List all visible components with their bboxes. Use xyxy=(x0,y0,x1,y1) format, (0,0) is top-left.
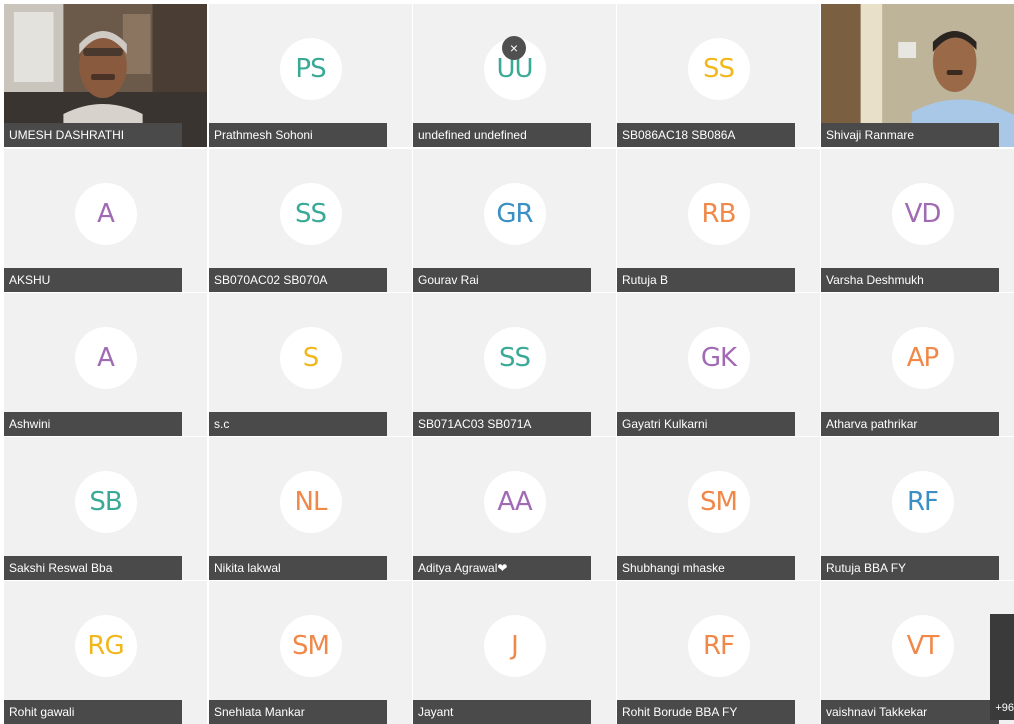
participant-tile[interactable]: SS SB070AC02 SB070A xyxy=(209,149,412,292)
participant-tile[interactable]: RF Rohit Borude BBA FY xyxy=(617,581,820,724)
participant-name: Ashwini xyxy=(4,412,182,436)
participant-avatar: PS xyxy=(279,38,342,100)
participant-name: SB086AC18 SB086A xyxy=(617,123,795,147)
participant-avatar: SM xyxy=(279,615,342,677)
participant-tile[interactable]: RB Rutuja B xyxy=(617,149,820,292)
participant-name: Aditya Agrawal❤ xyxy=(413,556,591,580)
participant-tile[interactable]: RF Rutuja BBA FY xyxy=(821,437,1014,580)
participant-tile[interactable]: GR Gourav Rai xyxy=(413,149,616,292)
participant-name: Sakshi Reswal Bba xyxy=(4,556,182,580)
participant-avatar: SM xyxy=(687,471,750,533)
participant-tile[interactable]: VT vaishnavi Takkekar xyxy=(821,581,1014,724)
more-participants-button[interactable]: +96 xyxy=(990,614,1014,720)
close-icon[interactable]: × xyxy=(502,36,526,60)
participant-name: Jayant xyxy=(413,700,591,724)
participant-tile[interactable]: AP Atharva pathrikar xyxy=(821,293,1014,436)
participant-tile[interactable]: A AKSHU xyxy=(4,149,207,292)
participant-avatar: GR xyxy=(483,183,546,245)
participant-name: Rohit gawali xyxy=(4,700,182,724)
participant-avatar: AP xyxy=(891,327,954,389)
participant-avatar: VT xyxy=(891,615,954,677)
participant-tile[interactable]: UU undefined undefined xyxy=(413,4,616,147)
participant-avatar: SS xyxy=(483,327,546,389)
participant-avatar: SS xyxy=(279,183,342,245)
participant-tile[interactable]: RG Rohit gawali xyxy=(4,581,207,724)
participant-avatar: S xyxy=(279,327,342,389)
participant-avatar: RF xyxy=(687,615,750,677)
participant-avatar: J xyxy=(483,615,546,677)
participant-name: undefined undefined xyxy=(413,123,591,147)
participant-tile[interactable]: PS Prathmesh Sohoni xyxy=(209,4,412,147)
participant-name: AKSHU xyxy=(4,268,182,292)
participant-tile[interactable]: SS SB071AC03 SB071A xyxy=(413,293,616,436)
participant-tile[interactable]: SM Snehlata Mankar xyxy=(209,581,412,724)
participant-name: Varsha Deshmukh xyxy=(821,268,999,292)
participant-name: Shivaji Ranmare xyxy=(821,123,999,147)
participant-avatar: SB xyxy=(74,471,137,533)
participant-name: Gayatri Kulkarni xyxy=(617,412,795,436)
participant-name: UMESH DASHRATHI xyxy=(4,123,182,147)
participant-tile[interactable]: Ss.c xyxy=(209,293,412,436)
participant-avatar: A xyxy=(74,327,137,389)
participant-tile[interactable]: GK Gayatri Kulkarni xyxy=(617,293,820,436)
participant-name: SB070AC02 SB070A xyxy=(209,268,387,292)
participant-name: Rutuja BBA FY xyxy=(821,556,999,580)
participant-avatar: RG xyxy=(74,615,137,677)
participant-avatar: VD xyxy=(891,183,954,245)
participant-name: Gourav Rai xyxy=(413,268,591,292)
participant-avatar: NL xyxy=(279,471,342,533)
participant-tile[interactable]: A Ashwini xyxy=(4,293,207,436)
participant-tile[interactable]: AA Aditya Agrawal❤ xyxy=(413,437,616,580)
participant-name: vaishnavi Takkekar xyxy=(821,700,999,724)
participant-avatar: SS xyxy=(687,38,750,100)
participant-tile[interactable]: Shivaji Ranmare xyxy=(821,4,1014,147)
participant-avatar: AA xyxy=(483,471,546,533)
participant-name: SB071AC03 SB071A xyxy=(413,412,591,436)
participant-tile[interactable]: SB Sakshi Reswal Bba xyxy=(4,437,207,580)
participant-name: Shubhangi mhaske xyxy=(617,556,795,580)
participant-name: Rutuja B xyxy=(617,268,795,292)
participant-name: Prathmesh Sohoni xyxy=(209,123,387,147)
participant-tile[interactable]: SS SB086AC18 SB086A xyxy=(617,4,820,147)
participant-tile[interactable]: SM Shubhangi mhaske xyxy=(617,437,820,580)
participant-tile[interactable]: NL Nikita lakwal xyxy=(209,437,412,580)
participant-avatar: RB xyxy=(687,183,750,245)
more-participants-count: +96 xyxy=(995,702,1014,714)
participant-name: Rohit Borude BBA FY xyxy=(617,700,795,724)
participant-name: s.c xyxy=(209,412,387,436)
participant-name: Snehlata Mankar xyxy=(209,700,387,724)
participant-tile[interactable]: UMESH DASHRATHI xyxy=(4,4,207,147)
participant-tile[interactable]: J Jayant xyxy=(413,581,616,724)
participant-name: Atharva pathrikar xyxy=(821,412,999,436)
participant-grid: UMESH DASHRATHI PS Prathmesh Sohoni UU undef… xyxy=(0,0,1014,724)
participant-avatar: GK xyxy=(687,327,750,389)
participant-avatar: RF xyxy=(891,471,954,533)
participant-avatar: A xyxy=(74,183,137,245)
participant-name: Nikita lakwal xyxy=(209,556,387,580)
participant-tile[interactable]: VD Varsha Deshmukh xyxy=(821,149,1014,292)
